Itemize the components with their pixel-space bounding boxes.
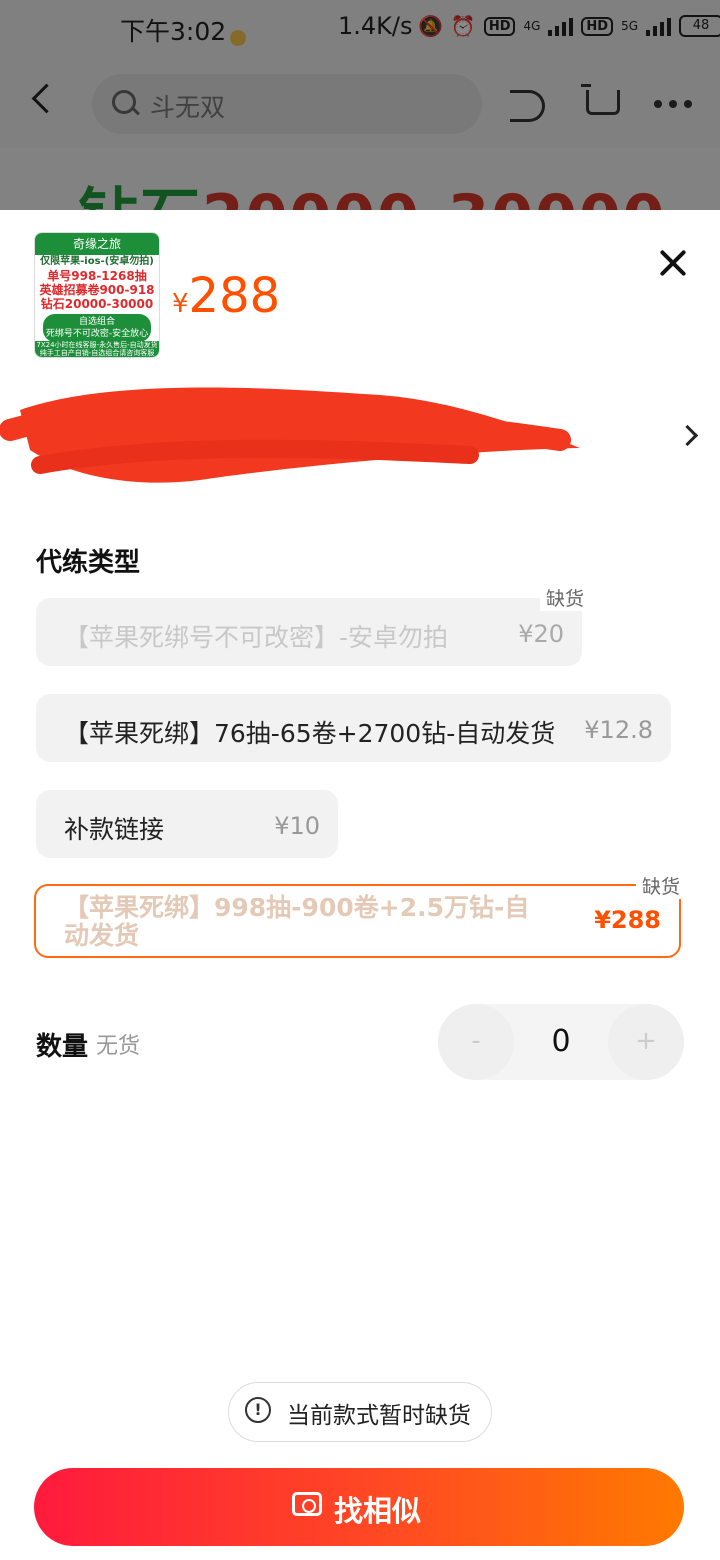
- stock-notice: ! 当前款式暂时缺货: [228, 1382, 492, 1442]
- redaction-scribble: [0, 387, 580, 483]
- decrement-button[interactable]: -: [438, 1004, 514, 1080]
- close-icon[interactable]: [656, 246, 690, 280]
- option-3[interactable]: 补款链接 ¥10: [36, 790, 338, 858]
- product-thumbnail[interactable]: 奇缘之旅 仅限苹果-ios-(安卓勿拍) 单号998-1268抽 英雄招募卷90…: [34, 232, 160, 358]
- option-4-selected[interactable]: 【苹果死绑】998抽-900卷+2.5万钻-自动发货 ¥288: [34, 884, 681, 958]
- quantity-label: 数量: [36, 1032, 89, 1062]
- price-symbol: ¥: [172, 289, 189, 319]
- quantity-value[interactable]: 0: [514, 1004, 608, 1080]
- notice-text: 当前款式暂时缺货: [287, 1403, 471, 1429]
- option-label: 补款链接: [64, 815, 165, 844]
- thumb-line5: 自选组合: [78, 317, 115, 327]
- find-similar-label: 找相似: [334, 1494, 422, 1528]
- out-of-stock-badge: 缺货: [636, 872, 687, 899]
- option-label: 【苹果死绑】998抽-900卷+2.5万钻-自动发货: [64, 893, 530, 950]
- thumb-title: 奇缘之旅: [35, 233, 159, 255]
- stock-status: 无货: [96, 1034, 141, 1059]
- thumb-line3: 英雄招募卷900-918: [39, 283, 155, 297]
- option-price: ¥288: [594, 906, 661, 934]
- find-similar-button[interactable]: 找相似: [34, 1468, 684, 1546]
- thumb-line6: 死绑号不可改密-安全放心: [45, 329, 149, 339]
- option-price: ¥20: [518, 620, 564, 648]
- thumb-bottom: 7X24小时在线客服-永久售后-自动发货 纯手工自产自销-自选组合请咨询客服: [35, 341, 159, 357]
- selected-price: ¥288: [172, 268, 280, 324]
- section-title: 代练类型: [36, 548, 141, 578]
- increment-button[interactable]: +: [608, 1004, 684, 1080]
- camera-icon: [292, 1492, 322, 1516]
- option-1[interactable]: 【苹果死绑号不可改密】-安卓勿拍 ¥20: [36, 598, 582, 666]
- option-label: 【苹果死绑】76抽-65卷+2700钻-自动发货: [64, 719, 556, 748]
- quantity-stepper: - 0 +: [438, 1004, 684, 1080]
- sku-sheet: 奇缘之旅 仅限苹果-ios-(安卓勿拍) 单号998-1268抽 英雄招募卷90…: [0, 210, 720, 1560]
- option-2[interactable]: 【苹果死绑】76抽-65卷+2700钻-自动发货 ¥12.8: [36, 694, 671, 762]
- price-value: 288: [188, 268, 281, 324]
- dim-overlay[interactable]: [0, 0, 720, 210]
- chevron-right-icon[interactable]: [676, 424, 699, 447]
- thumb-line1: 仅限苹果-ios-(安卓勿拍): [40, 256, 154, 267]
- option-label: 【苹果死绑号不可改密】-安卓勿拍: [64, 623, 449, 652]
- thumb-line2: 单号998-1268抽: [47, 269, 147, 283]
- warning-icon: !: [245, 1397, 271, 1423]
- option-price: ¥10: [274, 812, 320, 840]
- option-price: ¥12.8: [584, 716, 653, 744]
- out-of-stock-badge: 缺货: [540, 584, 591, 611]
- thumb-line4: 钻石20000-30000: [40, 297, 154, 311]
